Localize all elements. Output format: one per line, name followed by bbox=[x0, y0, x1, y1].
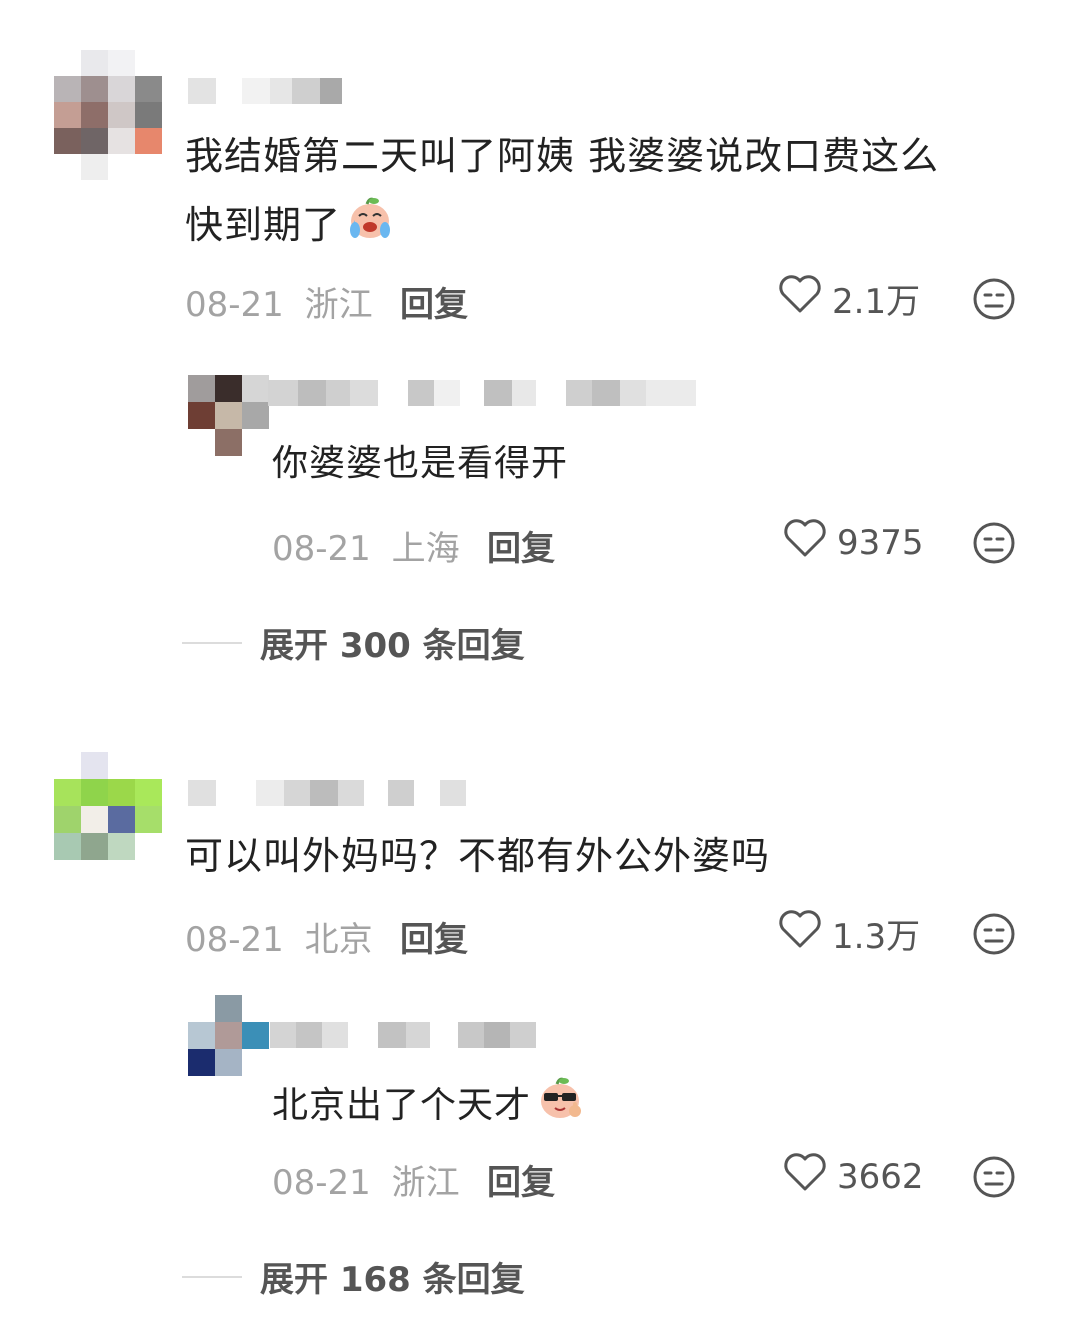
comment-text: 可以叫外妈吗？不都有外公外婆吗 bbox=[185, 834, 771, 878]
reply-meta: 08-21 上海 bbox=[272, 521, 460, 570]
neutral-face-icon[interactable] bbox=[972, 912, 1016, 960]
heart-outline-icon bbox=[778, 909, 822, 958]
like-button[interactable]: 9375 bbox=[783, 518, 924, 567]
username-blurred[interactable] bbox=[270, 1022, 536, 1048]
reply-date: 08-21 bbox=[272, 1163, 371, 1203]
username-blurred[interactable] bbox=[188, 780, 466, 806]
comment-text: 我结婚第二天叫了阿姨 我婆婆说改口费这么 快到期了 bbox=[185, 128, 939, 257]
comment-location: 浙江 bbox=[304, 285, 373, 325]
reply-location: 浙江 bbox=[391, 1163, 460, 1203]
reply-text: 你婆婆也是看得开 bbox=[272, 443, 569, 484]
divider-line bbox=[182, 1275, 242, 1278]
like-count: 2.1万 bbox=[832, 282, 921, 322]
heart-outline-icon bbox=[783, 1152, 827, 1201]
neutral-face-icon[interactable] bbox=[972, 1155, 1016, 1203]
reply-text: 北京出了个天才 bbox=[272, 1072, 585, 1139]
crying-face-emoji bbox=[345, 192, 395, 257]
reply-meta: 08-21 浙江 bbox=[272, 1155, 460, 1204]
comment-location: 北京 bbox=[304, 920, 373, 960]
comment-text-line: 快到期了 bbox=[185, 192, 939, 257]
reply-date: 08-21 bbox=[272, 529, 371, 569]
like-button[interactable]: 1.3万 bbox=[778, 909, 920, 958]
like-count: 1.3万 bbox=[832, 917, 921, 957]
expand-replies-label: 展开 168 条回复 bbox=[260, 1260, 525, 1300]
avatar[interactable] bbox=[188, 995, 269, 1076]
reply-button[interactable]: 回复 bbox=[400, 912, 468, 961]
comment-meta: 08-21 北京 bbox=[185, 912, 373, 961]
expand-replies-button[interactable]: 展开 300 条回复 bbox=[182, 618, 525, 667]
comment-date: 08-21 bbox=[185, 920, 284, 960]
expand-replies-label: 展开 300 条回复 bbox=[260, 626, 525, 666]
divider-line bbox=[182, 641, 242, 644]
comment-meta: 08-21 浙江 bbox=[185, 277, 373, 326]
like-button[interactable]: 3662 bbox=[783, 1152, 924, 1201]
like-count: 9375 bbox=[837, 522, 924, 563]
avatar[interactable] bbox=[54, 752, 162, 862]
reply-button[interactable]: 回复 bbox=[487, 521, 555, 570]
neutral-face-icon[interactable] bbox=[972, 521, 1016, 569]
neutral-face-icon[interactable] bbox=[972, 277, 1016, 325]
sunglasses-thumbs-up-emoji bbox=[535, 1072, 585, 1139]
reply-location: 上海 bbox=[391, 529, 460, 569]
comment-date: 08-21 bbox=[185, 285, 284, 325]
heart-outline-icon bbox=[778, 274, 822, 323]
expand-replies-button[interactable]: 展开 168 条回复 bbox=[182, 1252, 525, 1301]
comment-text-line: 我结婚第二天叫了阿姨 我婆婆说改口费这么 bbox=[185, 134, 940, 178]
avatar[interactable] bbox=[188, 375, 269, 456]
username-blurred[interactable] bbox=[268, 380, 696, 406]
reply-button[interactable]: 回复 bbox=[400, 277, 468, 326]
like-button[interactable]: 2.1万 bbox=[778, 274, 920, 323]
heart-outline-icon bbox=[783, 518, 827, 567]
avatar[interactable] bbox=[54, 50, 162, 180]
reply-button[interactable]: 回复 bbox=[487, 1155, 555, 1204]
like-count: 3662 bbox=[837, 1156, 924, 1197]
username-blurred[interactable] bbox=[188, 78, 342, 104]
